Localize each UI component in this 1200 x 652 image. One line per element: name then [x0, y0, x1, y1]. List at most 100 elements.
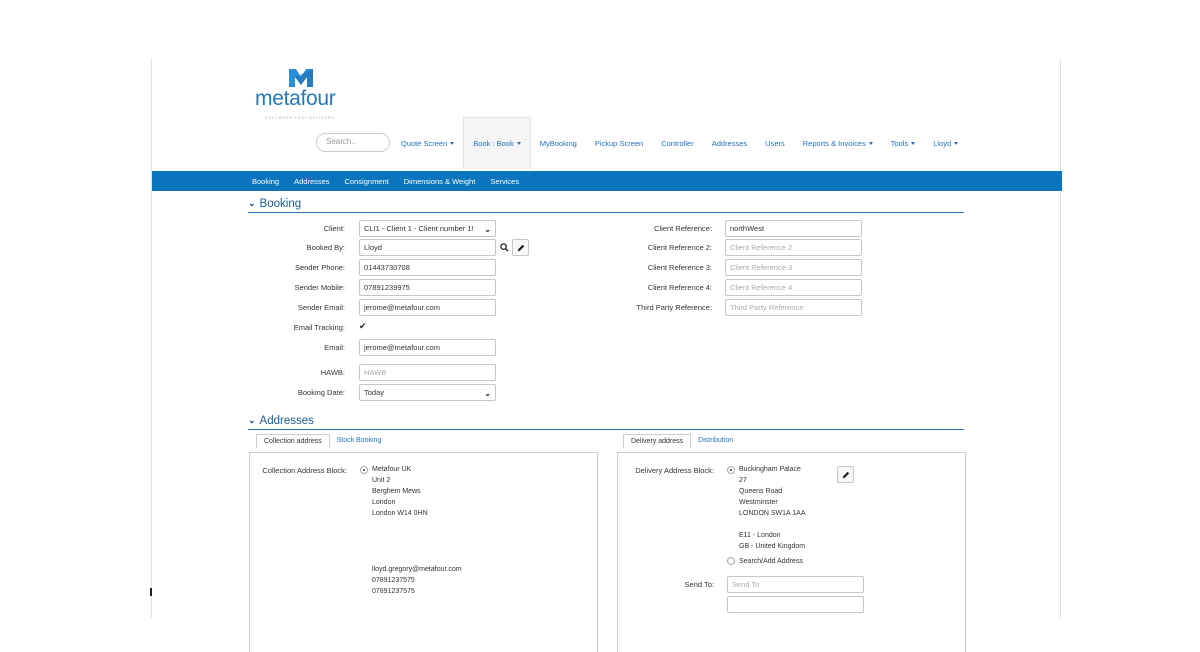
- nav-book[interactable]: Book : Book: [463, 117, 531, 169]
- tab-distribution[interactable]: Distribution: [691, 434, 740, 448]
- subnav-services[interactable]: Services: [490, 177, 519, 186]
- hawb-label: HAWB:: [320, 368, 345, 377]
- additional-field-input[interactable]: [727, 596, 864, 613]
- search-placeholder: Search..: [326, 137, 356, 146]
- client-reference-4-input[interactable]: Client Reference 4: [725, 279, 862, 296]
- collection-contact-email: lloyd.gregory@metafour.com: [372, 566, 462, 573]
- delivery-address-radio[interactable]: [727, 466, 735, 474]
- nav-controller[interactable]: Controller: [652, 117, 703, 169]
- booking-date-value: Today: [364, 388, 385, 397]
- logo-tagline: SOFTWARE THAT DELIVERS: [265, 116, 335, 120]
- collection-line: London: [372, 499, 396, 506]
- client-reference-3-label: Client Reference 3:: [647, 263, 712, 272]
- delivery-line: Queens Road: [739, 488, 783, 495]
- search-add-address-radio[interactable]: [727, 557, 735, 565]
- nav-quote-screen[interactable]: Quote Screen: [392, 117, 463, 169]
- chevron-down-icon: ⌄: [484, 389, 491, 398]
- booking-section-header[interactable]: ⌄ Booking: [248, 195, 964, 213]
- nav-users[interactable]: Users: [756, 117, 794, 169]
- sender-mobile-label: Sender Mobile:: [294, 283, 345, 292]
- collection-contact-block: lloyd.gregory@metafour.com 07891237575 0…: [372, 564, 462, 597]
- delivery-tabs: Delivery address Distribution: [623, 434, 740, 448]
- collection-address-radio[interactable]: [360, 466, 368, 474]
- section-subnav: Booking Addresses Consignment Dimensions…: [152, 171, 1062, 191]
- delivery-line: Westminster: [739, 499, 778, 506]
- collection-address-block-label: Collection Address Block:: [262, 466, 347, 475]
- client-reference-3-input[interactable]: Client Reference 3: [725, 259, 862, 276]
- client-label: Client:: [323, 224, 345, 233]
- search-icon[interactable]: [496, 239, 513, 256]
- top-navigation: Quote Screen Book : Book MyBooking Picku…: [392, 117, 967, 169]
- delivery-line: Buckingham Palace: [739, 466, 801, 473]
- sender-email-label: Sender Email:: [297, 303, 345, 312]
- email-input[interactable]: jerome@metafour.com: [359, 339, 496, 356]
- client-reference-input[interactable]: northWest: [725, 220, 862, 237]
- delivery-line: GB - United Kingdom: [739, 543, 806, 550]
- delivery-address-block: Buckingham Palace 27 Queens Road Westmin…: [739, 464, 806, 552]
- client-reference-4-label: Client Reference 4:: [647, 283, 712, 292]
- client-reference-2-label: Client Reference 2:: [647, 243, 712, 252]
- hawb-input[interactable]: HAWB: [359, 364, 496, 381]
- collection-line: Metafour UK: [372, 466, 412, 473]
- page-frame: metafour SOFTWARE THAT DELIVERS Search..…: [151, 58, 1062, 652]
- nav-pickup-screen[interactable]: Pickup Screen: [586, 117, 652, 169]
- logo-wordmark: metafour: [255, 87, 336, 110]
- collection-line: London W14 0HN: [372, 510, 428, 517]
- window-edge-marker: [150, 588, 152, 596]
- collection-line: Berghem Mews: [372, 488, 421, 495]
- nav-addresses[interactable]: Addresses: [703, 117, 756, 169]
- search-add-address-label: Search/Add Address: [739, 558, 803, 565]
- subnav-addresses[interactable]: Addresses: [294, 177, 329, 186]
- client-reference-label: Client Reference:: [654, 224, 712, 233]
- collection-line: Unit 2: [372, 477, 391, 484]
- nav-mybooking[interactable]: MyBooking: [531, 117, 586, 169]
- collection-tabs: Collection address Stock Booking: [256, 434, 388, 448]
- pencil-icon: [842, 471, 849, 478]
- delivery-line: E11 - London: [739, 532, 781, 539]
- nav-reports-invoices[interactable]: Reports & Invoices: [794, 117, 882, 169]
- tab-collection-address[interactable]: Collection address: [256, 434, 330, 448]
- subnav-dimensions-weight[interactable]: Dimensions & Weight: [404, 177, 476, 186]
- collection-contact-phone: 07891237575: [372, 577, 415, 584]
- email-tracking-checkbox[interactable]: ✔: [359, 321, 367, 332]
- chevron-down-icon: ⌄: [484, 225, 491, 234]
- sender-phone-label: Sender Phone:: [294, 263, 345, 272]
- third-party-reference-input[interactable]: Third Party Reference: [725, 299, 862, 316]
- delivery-line: 27: [739, 477, 747, 484]
- collection-address-block: Metafour UK Unit 2 Berghem Mews London L…: [372, 464, 428, 519]
- chevron-down-icon: ⌄: [248, 198, 256, 208]
- send-to-input[interactable]: Send To: [727, 576, 864, 593]
- sender-mobile-input[interactable]: 07891239975: [359, 279, 496, 296]
- delivery-address-block-label: Delivery Address Block:: [635, 466, 714, 475]
- chevron-down-icon: [911, 141, 916, 145]
- client-value: CLI1 - Client 1 - Client number 1!: [364, 224, 474, 233]
- pencil-icon: [517, 244, 524, 251]
- metafour-logo[interactable]: metafour SOFTWARE THAT DELIVERS: [255, 66, 355, 120]
- booking-date-label: Booking Date:: [297, 388, 345, 397]
- chevron-down-icon: [868, 141, 873, 145]
- booked-by-label: Booked By:: [306, 243, 345, 252]
- sender-email-input[interactable]: jerome@metafour.com: [359, 299, 496, 316]
- tab-delivery-address[interactable]: Delivery address: [623, 434, 692, 448]
- subnav-consignment[interactable]: Consignment: [345, 177, 389, 186]
- chevron-down-icon: [516, 142, 521, 145]
- tab-stock-booking[interactable]: Stock Booking: [330, 434, 389, 448]
- nav-user-menu[interactable]: Lloyd: [924, 117, 967, 169]
- send-to-label: Send To:: [684, 580, 714, 589]
- sender-phone-input[interactable]: 01443730708: [359, 259, 496, 276]
- booked-by-input[interactable]: Lloyd: [359, 239, 496, 256]
- email-label: Email:: [324, 343, 345, 352]
- addresses-section-header[interactable]: ⌄ Addresses: [248, 412, 964, 430]
- search-input[interactable]: Search..: [316, 133, 390, 152]
- edit-booked-by-button[interactable]: [512, 239, 529, 256]
- nav-tools[interactable]: Tools: [882, 117, 925, 169]
- client-select[interactable]: CLI1 - Client 1 - Client number 1! ⌄: [359, 220, 496, 237]
- edit-delivery-address-button[interactable]: [837, 466, 854, 483]
- email-tracking-label: Email Tracking:: [293, 323, 345, 332]
- booking-date-select[interactable]: Today ⌄: [359, 384, 496, 401]
- subnav-booking[interactable]: Booking: [252, 177, 279, 186]
- metafour-m-icon: [289, 69, 313, 87]
- client-reference-2-input[interactable]: Client Reference 2: [725, 239, 862, 256]
- chevron-down-icon: [450, 141, 455, 145]
